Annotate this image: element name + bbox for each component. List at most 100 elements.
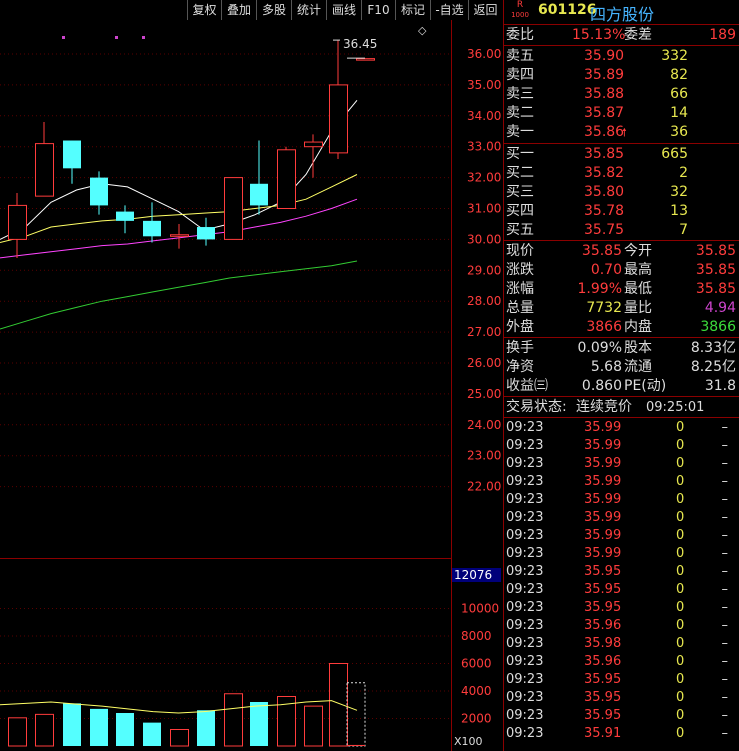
candle-body-up[interactable] <box>170 234 189 237</box>
tick-row[interactable]: 09:23 35.99 0 – <box>504 509 739 527</box>
ask-price: 35.89 <box>584 67 625 83</box>
tick-row[interactable]: 09:23 35.96 0 – <box>504 617 739 635</box>
tick-direction: – <box>721 420 729 435</box>
tick-row[interactable]: 09:23 35.99 0 – <box>504 527 739 545</box>
tick-row[interactable]: 09:23 35.95 0 – <box>504 563 739 581</box>
volume-bar-up[interactable] <box>347 744 365 746</box>
volume-bar-up[interactable] <box>329 663 348 747</box>
bid-row[interactable]: 买二 35.82 2 <box>504 164 739 183</box>
change-label: 涨跌 <box>506 262 534 278</box>
candle-body-up[interactable] <box>224 177 243 240</box>
tick-time: 09:23 <box>506 672 544 687</box>
toolbar-mark-button[interactable]: 标记 <box>395 0 430 20</box>
ask-row[interactable]: 卖一 35.86 🠕 36 <box>504 123 739 142</box>
bid-price: 35.85 <box>584 146 625 162</box>
tick-row[interactable]: 09:23 35.95 0 – <box>504 707 739 725</box>
bid-volume: 665 <box>661 146 688 162</box>
bid-row[interactable]: 买三 35.80 32 <box>504 183 739 202</box>
volume-bar-up[interactable] <box>304 705 323 747</box>
tick-volume: 0 <box>676 582 685 597</box>
candle-body-up[interactable] <box>277 149 296 209</box>
tick-volume: 0 <box>676 528 685 543</box>
tick-direction: – <box>721 510 729 525</box>
tick-row[interactable]: 09:23 35.95 0 – <box>504 671 739 689</box>
volume-bar-down[interactable] <box>250 702 268 746</box>
high-price-annotation: 36.45 <box>343 37 377 51</box>
tick-row[interactable]: 09:23 35.95 0 – <box>504 581 739 599</box>
toolbar-back-button[interactable]: 返回 <box>468 0 502 20</box>
weicha-label: 委差 <box>624 27 652 43</box>
tick-row[interactable]: 09:23 35.99 0 – <box>504 491 739 509</box>
volume-bar-down[interactable] <box>143 722 161 746</box>
candle-body-down[interactable] <box>63 140 81 169</box>
kline-chart-svg[interactable]: 36.00 35.00 34.00 33.00 32.00 31.00 30.00 29.00… <box>0 20 502 751</box>
toolbar-overlay-button[interactable]: 叠加 <box>221 0 256 20</box>
ask-price: 35.88 <box>584 86 625 102</box>
ask-row[interactable]: 卖三 35.88 66 <box>504 85 739 104</box>
candle-body-up[interactable] <box>304 141 323 148</box>
ask-row[interactable]: 卖五 35.90 332 <box>504 47 739 66</box>
tick-direction: – <box>721 546 729 561</box>
price-tick-label: 31.00 <box>467 202 501 216</box>
tick-row[interactable]: 09:23 35.96 0 – <box>504 653 739 671</box>
tick-row[interactable]: 09:23 35.99 0 – <box>504 473 739 491</box>
ask-volume: 66 <box>670 86 688 102</box>
tick-volume: 0 <box>676 672 685 687</box>
tick-row[interactable]: 09:23 35.91 0 – <box>504 725 739 743</box>
tick-row[interactable]: 09:23 35.99 0 – <box>504 455 739 473</box>
stock-name: 四方股份 <box>590 5 655 24</box>
price-tick-label: 23.00 <box>467 449 501 463</box>
bid-price: 35.82 <box>584 165 625 181</box>
tick-direction: – <box>721 456 729 471</box>
stats-row: 涨幅 1.99% 最低 35.85 <box>504 280 739 299</box>
candle-body-down[interactable] <box>250 183 268 206</box>
ask-label: 卖一 <box>506 124 534 140</box>
volume-bar-down[interactable] <box>90 708 108 746</box>
volume-bar-up[interactable] <box>35 713 54 747</box>
tick-row[interactable]: 09:23 35.99 0 – <box>504 419 739 437</box>
tick-time: 09:23 <box>506 492 544 507</box>
candle-body-up[interactable] <box>8 204 27 240</box>
candle-body-down[interactable] <box>90 177 108 206</box>
tick-volume: 0 <box>676 690 685 705</box>
volume-bar-up[interactable] <box>224 693 243 747</box>
toolbar-stats-button[interactable]: 统计 <box>291 0 326 20</box>
candle-body-up[interactable] <box>356 58 375 61</box>
bid-label: 买三 <box>506 184 534 200</box>
kline-chart[interactable]: 36.00 35.00 34.00 33.00 32.00 31.00 30.00 29.00… <box>0 20 502 751</box>
volume-bar-down[interactable] <box>63 703 81 746</box>
toolbar-remove-watchlist-button[interactable]: -自选 <box>430 0 468 20</box>
ask-row[interactable]: 卖四 35.89 82 <box>504 66 739 85</box>
volume-bar-pending[interactable] <box>346 682 366 747</box>
candle-body-down[interactable] <box>197 227 215 240</box>
toolbar-draw-line-button[interactable]: 画线 <box>326 0 361 20</box>
tick-row[interactable]: 09:23 35.99 0 – <box>504 545 739 563</box>
volume-bar-up[interactable] <box>170 729 189 747</box>
toolbar-multi-stock-button[interactable]: 多股 <box>256 0 291 20</box>
volume-bar-up[interactable] <box>8 717 27 747</box>
tick-row[interactable]: 09:23 35.98 0 – <box>504 635 739 653</box>
ask-row[interactable]: 卖二 35.87 14 <box>504 104 739 123</box>
ask-label: 卖三 <box>506 86 534 102</box>
toolbar-fuquan-button[interactable]: 复权 <box>187 0 221 20</box>
volume-bar-down[interactable] <box>197 710 215 746</box>
bid-row[interactable]: 买四 35.78 13 <box>504 202 739 221</box>
tick-row[interactable]: 09:23 35.95 0 – <box>504 599 739 617</box>
tick-price: 35.99 <box>584 474 622 489</box>
toolbar-f10-button[interactable]: F10 <box>361 0 395 20</box>
candle-body-down[interactable] <box>143 220 161 237</box>
bid-row[interactable]: 买一 35.85 665 <box>504 145 739 164</box>
tick-volume: 0 <box>676 564 685 579</box>
candle-body-up[interactable] <box>329 84 348 154</box>
volume-tick-label: 4000 <box>461 684 492 698</box>
volume-bar-down[interactable] <box>116 713 134 746</box>
tick-row[interactable]: 09:23 35.99 0 – <box>504 437 739 455</box>
up-arrow-icon: 🠕 <box>622 126 627 139</box>
bid-row[interactable]: 买五 35.75 7 <box>504 221 739 240</box>
candle-body-up[interactable] <box>35 143 54 197</box>
candle-body-down[interactable] <box>116 211 134 221</box>
tick-row[interactable]: 09:23 35.95 0 – <box>504 689 739 707</box>
stats-row: 总量 7732 量比 4.94 <box>504 299 739 318</box>
ma60-line <box>0 260 358 330</box>
tick-volume: 0 <box>676 492 685 507</box>
